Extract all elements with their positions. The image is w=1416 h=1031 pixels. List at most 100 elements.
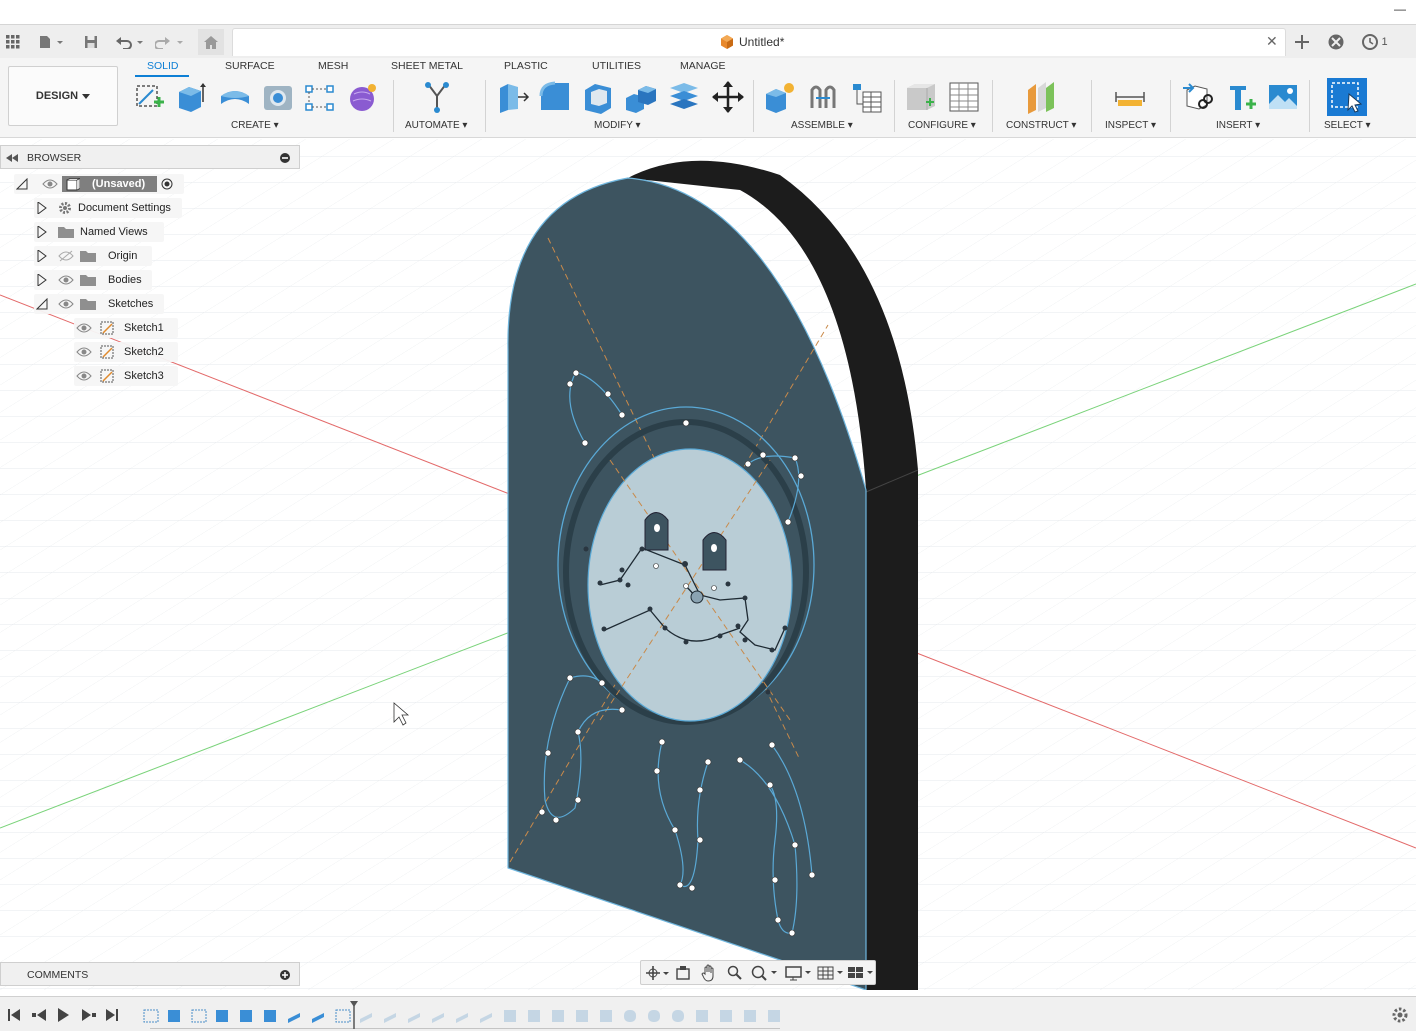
- insert-mcmaster-icon[interactable]: [1224, 80, 1258, 114]
- job-status-icon[interactable]: 1: [1358, 31, 1392, 53]
- viewports-icon[interactable]: [847, 965, 875, 981]
- expanded-triangle-icon[interactable]: [36, 298, 48, 310]
- tab-surface[interactable]: SURFACE: [225, 60, 275, 72]
- select-tool-button[interactable]: [1327, 78, 1367, 116]
- browser-item-sketch[interactable]: Sketch2: [74, 342, 178, 362]
- viewport-canvas[interactable]: [0, 139, 1416, 990]
- orbit-icon[interactable]: [645, 965, 669, 981]
- move-copy-icon[interactable]: [711, 80, 745, 114]
- pan-hand-icon[interactable]: [701, 964, 717, 982]
- fillet-icon[interactable]: [538, 80, 572, 114]
- browser-item-sketch[interactable]: Sketch3: [74, 366, 178, 386]
- browser-root-row[interactable]: (Unsaved): [14, 174, 184, 194]
- 3d-viewport[interactable]: [0, 139, 1416, 990]
- new-component-icon[interactable]: [763, 80, 797, 114]
- visibility-eye-icon[interactable]: [76, 322, 92, 334]
- sketch-inner-face[interactable]: [587, 448, 793, 722]
- inspect-group-label[interactable]: INSPECT ▾: [1105, 120, 1156, 131]
- create-form-icon[interactable]: [346, 80, 380, 114]
- insert-canvas-icon[interactable]: [1266, 80, 1300, 114]
- step-back-icon[interactable]: [32, 1009, 46, 1021]
- browser-item-sketches[interactable]: Sketches: [34, 294, 164, 314]
- browser-item-named-views[interactable]: Named Views: [34, 222, 164, 242]
- hole-icon[interactable]: [261, 80, 295, 114]
- revolve-icon[interactable]: [218, 80, 252, 114]
- data-panel-grid-icon[interactable]: [4, 31, 22, 53]
- redo-icon[interactable]: [154, 31, 186, 53]
- visibility-eye-icon[interactable]: [42, 178, 58, 190]
- timeline-feature-icons[interactable]: [143, 1009, 351, 1023]
- look-at-icon[interactable]: [675, 965, 691, 981]
- select-group-label[interactable]: SELECT ▾: [1324, 120, 1371, 131]
- insert-group-label[interactable]: INSERT ▾: [1216, 120, 1260, 131]
- activate-radio-icon[interactable]: [161, 178, 173, 190]
- press-pull-icon[interactable]: [496, 80, 530, 114]
- visibility-eye-icon[interactable]: [58, 274, 74, 286]
- offset-face-icon[interactable]: [667, 80, 701, 114]
- visibility-eye-icon[interactable]: [58, 298, 74, 310]
- timeline-marker[interactable]: [350, 1001, 358, 1029]
- display-settings-icon[interactable]: [785, 965, 813, 981]
- browser-item-bodies[interactable]: Bodies: [34, 270, 152, 290]
- timeline-settings-gear-icon[interactable]: [1390, 1005, 1410, 1025]
- measure-icon[interactable]: [1113, 80, 1147, 114]
- modify-group-label[interactable]: MODIFY ▾: [594, 120, 641, 131]
- construct-group-label[interactable]: CONSTRUCT ▾: [1006, 120, 1076, 131]
- browser-item-document-settings[interactable]: Document Settings: [34, 198, 182, 218]
- tab-manage[interactable]: MANAGE: [680, 60, 726, 72]
- add-comment-icon[interactable]: [280, 970, 290, 980]
- configuration-table-icon[interactable]: [947, 80, 981, 114]
- insert-derive-icon[interactable]: [1181, 80, 1215, 114]
- minimize-button[interactable]: —: [1394, 2, 1406, 16]
- nose-sketch[interactable]: [690, 590, 704, 604]
- tab-plastic[interactable]: PLASTIC: [504, 60, 548, 72]
- root-component[interactable]: (Unsaved): [62, 176, 158, 192]
- assemble-group-label[interactable]: ASSEMBLE ▾: [791, 120, 853, 131]
- grid-settings-icon[interactable]: [817, 965, 845, 981]
- configure-group-label[interactable]: CONFIGURE ▾: [908, 120, 976, 131]
- tab-mesh[interactable]: MESH: [318, 60, 348, 72]
- go-to-start-icon[interactable]: [8, 1009, 20, 1021]
- create-group-label[interactable]: CREATE ▾: [231, 120, 279, 131]
- automate-group-label[interactable]: AUTOMATE ▾: [405, 120, 467, 131]
- save-icon[interactable]: [82, 31, 100, 53]
- new-tab-plus-icon[interactable]: [1292, 31, 1312, 53]
- pattern-icon[interactable]: [303, 80, 337, 114]
- browser-item-origin[interactable]: Origin: [34, 246, 152, 266]
- expand-triangle-icon[interactable]: [36, 226, 48, 238]
- create-sketch-icon[interactable]: [133, 80, 167, 114]
- home-icon[interactable]: [198, 29, 224, 55]
- expand-triangle-icon[interactable]: [36, 250, 48, 262]
- fit-zoom-icon[interactable]: [751, 965, 779, 981]
- step-forward-icon[interactable]: [82, 1009, 96, 1021]
- expand-triangle-icon[interactable]: [36, 202, 48, 214]
- shell-icon[interactable]: [581, 80, 615, 114]
- hidden-eye-icon[interactable]: [58, 250, 74, 262]
- browser-minimize-icon[interactable]: [280, 153, 290, 163]
- automate-icon[interactable]: [420, 80, 454, 114]
- close-tab-icon[interactable]: ✕: [1266, 33, 1278, 50]
- collapse-panel-icon[interactable]: [6, 154, 18, 162]
- tab-solid[interactable]: SOLID: [147, 60, 179, 72]
- timeline-suppressed-features[interactable]: [360, 1010, 780, 1023]
- workspace-switcher-button[interactable]: DESIGN: [8, 66, 118, 126]
- expand-triangle-icon[interactable]: [36, 274, 48, 286]
- expand-triangle-icon[interactable]: [16, 178, 28, 190]
- combine-icon[interactable]: [624, 80, 658, 114]
- visibility-eye-icon[interactable]: [76, 370, 92, 382]
- configure-model-icon[interactable]: [904, 80, 938, 114]
- play-icon[interactable]: [58, 1008, 69, 1022]
- offset-plane-icon[interactable]: [1024, 80, 1058, 114]
- comments-panel[interactable]: COMMENTS: [0, 962, 300, 986]
- tab-sheet-metal[interactable]: SHEET METAL: [391, 60, 463, 72]
- joint-icon[interactable]: [806, 80, 840, 114]
- tab-utilities[interactable]: UTILITIES: [592, 60, 641, 72]
- bill-of-materials-icon[interactable]: [849, 80, 883, 114]
- undo-icon[interactable]: [114, 31, 146, 53]
- timeline-feature-track[interactable]: [140, 1001, 790, 1029]
- zoom-icon[interactable]: [727, 965, 743, 981]
- extrude-icon[interactable]: [175, 80, 209, 114]
- browser-item-sketch[interactable]: Sketch1: [74, 318, 178, 338]
- extensions-icon[interactable]: [1326, 31, 1346, 53]
- file-menu-icon[interactable]: [36, 31, 66, 53]
